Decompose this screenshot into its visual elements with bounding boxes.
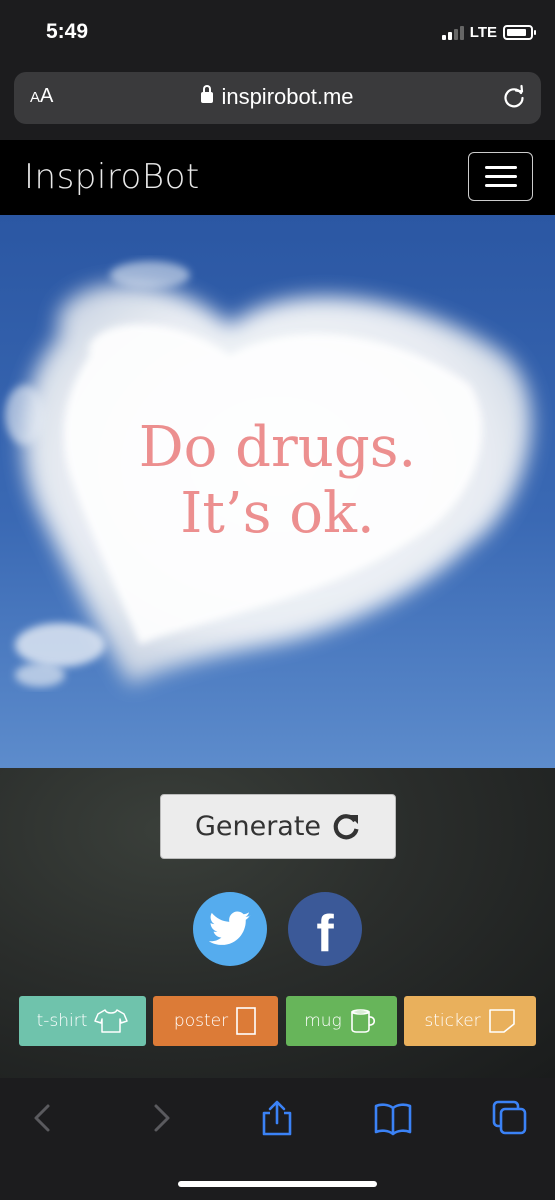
tshirt-label: t-shirt — [36, 1011, 88, 1031]
hamburger-icon — [485, 166, 517, 169]
sticker-label: sticker — [424, 1011, 481, 1031]
status-indicators: LTE — [441, 24, 536, 41]
back-icon[interactable] — [24, 1100, 64, 1136]
inspiration-image: Do drugs. It’s ok. — [0, 215, 555, 768]
url-display[interactable]: inspirobot.me — [14, 84, 541, 110]
controls-panel: Generate f t-shirt poster mug sticker — [0, 768, 555, 1078]
generate-button[interactable]: Generate — [160, 794, 396, 859]
site-logo[interactable]: InspiroBot — [24, 157, 200, 197]
refresh-icon — [333, 813, 359, 839]
mug-label: mug — [304, 1011, 342, 1031]
home-indicator — [178, 1181, 377, 1187]
status-bar: 5:49 LTE — [0, 0, 555, 66]
tshirt-shop-button[interactable]: t-shirt — [19, 996, 146, 1046]
bookmarks-icon[interactable] — [373, 1100, 413, 1136]
facebook-f-icon: f — [316, 905, 334, 963]
poster-icon — [236, 1007, 256, 1035]
quote-line-2: It’s ok. — [180, 481, 375, 546]
lock-icon — [201, 85, 214, 103]
twitter-share-button[interactable] — [193, 892, 267, 966]
menu-button[interactable] — [468, 152, 533, 201]
poster-shop-button[interactable]: poster — [153, 996, 278, 1046]
poster-label: poster — [173, 1011, 229, 1031]
address-bar[interactable]: AA inspirobot.me — [14, 72, 541, 124]
sticker-shop-button[interactable]: sticker — [404, 996, 536, 1046]
browser-toolbar — [0, 1078, 555, 1200]
tshirt-icon — [94, 1009, 129, 1033]
battery-icon — [503, 25, 536, 40]
mug-shop-button[interactable]: mug — [286, 996, 397, 1046]
share-icon[interactable] — [257, 1100, 297, 1136]
quote-line-1: Do drugs. — [138, 415, 417, 480]
reload-icon[interactable] — [501, 84, 527, 110]
inspirational-quote: Do drugs. It’s ok. — [0, 415, 555, 547]
sticker-icon — [488, 1009, 515, 1033]
twitter-bird-icon — [209, 911, 251, 945]
site-header: InspiroBot — [0, 140, 555, 215]
url-text: inspirobot.me — [221, 84, 354, 109]
facebook-share-button[interactable]: f — [288, 892, 362, 966]
generate-label: Generate — [194, 811, 322, 842]
signal-icon — [441, 25, 464, 40]
forward-icon[interactable] — [140, 1100, 180, 1136]
mug-icon — [350, 1009, 375, 1033]
network-type: LTE — [469, 24, 497, 41]
tabs-icon[interactable] — [490, 1100, 530, 1136]
status-time: 5:49 — [46, 20, 89, 43]
browser-address-area: AA inspirobot.me — [0, 66, 555, 140]
